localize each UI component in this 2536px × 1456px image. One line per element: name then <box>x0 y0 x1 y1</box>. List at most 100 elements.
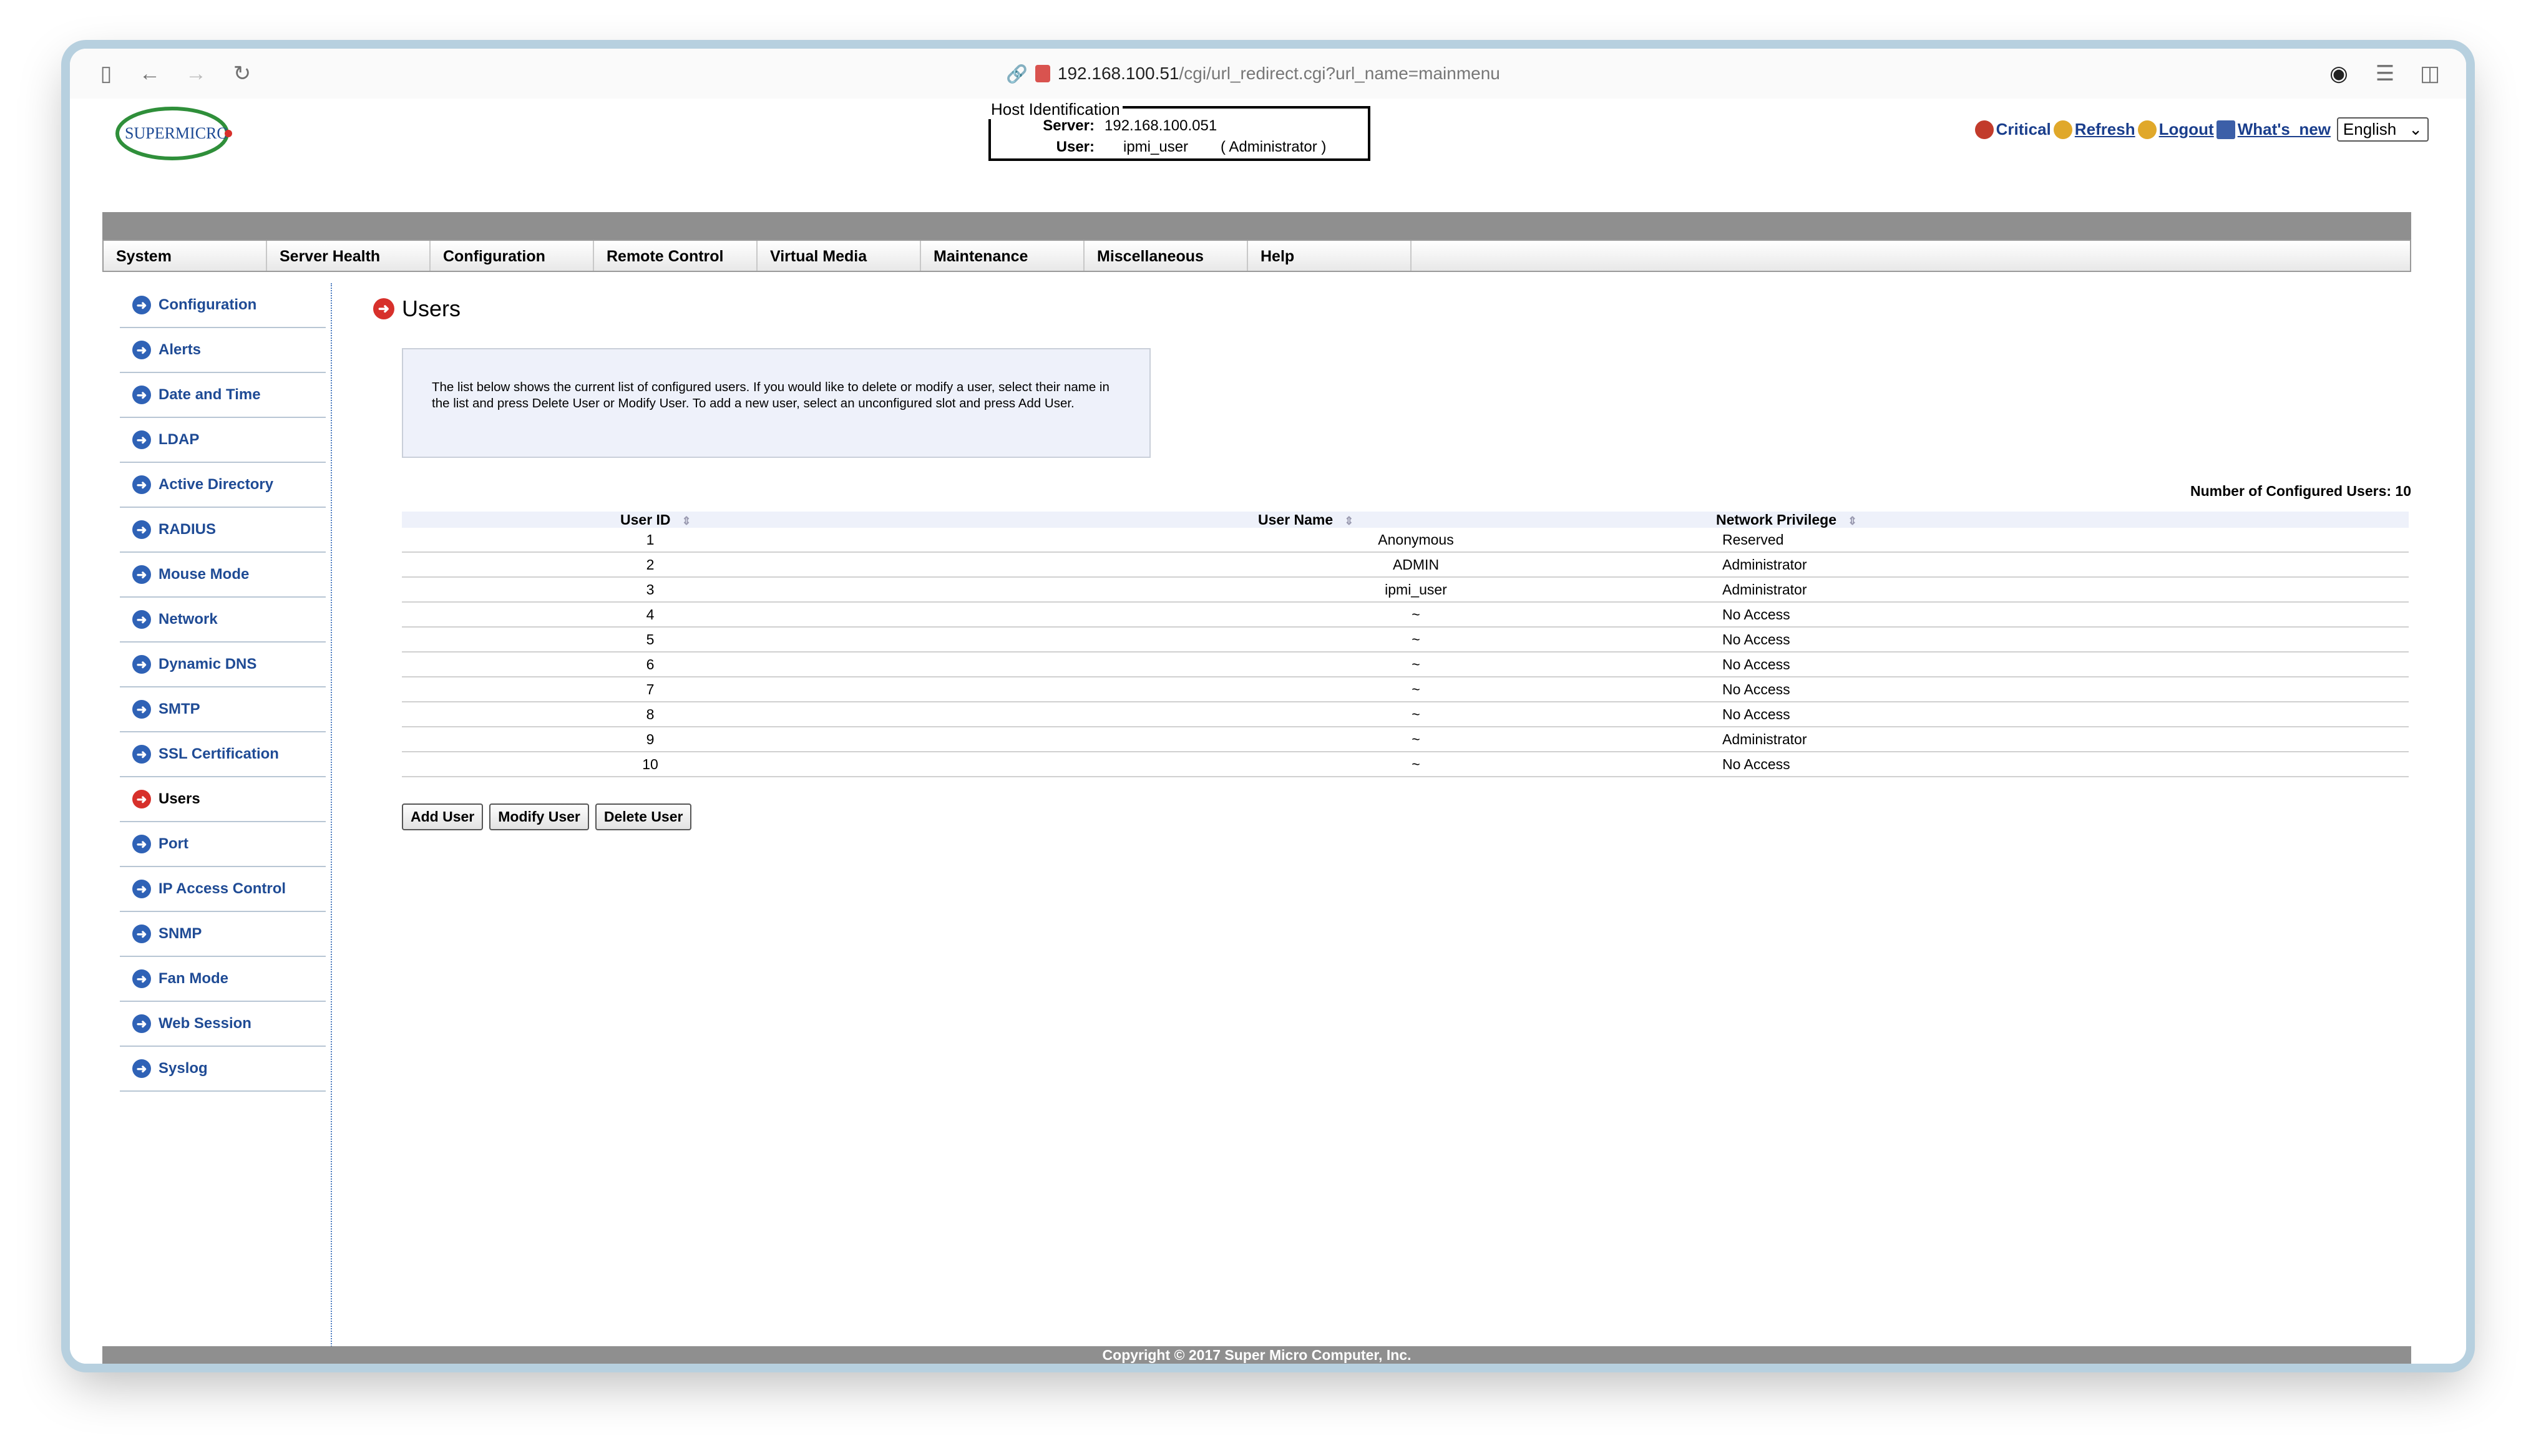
sidebar-toggle-icon[interactable]: ▯ <box>90 57 122 90</box>
arrow-right-icon: ➜ <box>132 610 151 629</box>
logout-icon <box>2137 120 2157 139</box>
sidebar-item-network[interactable]: ➜ Network <box>120 598 326 643</box>
cell-user-id: 10 <box>642 756 658 772</box>
sidebar-item-web-session[interactable]: ➜ Web Session <box>120 1002 326 1047</box>
sidebar-item-radius[interactable]: ➜ RADIUS <box>120 508 326 553</box>
critical-link[interactable]: Critical <box>1996 120 2051 139</box>
column-header-network-privilege[interactable]: Network Privilege ⇕ <box>1716 512 1857 528</box>
sidebar-item-dynamic-dns[interactable]: ➜ Dynamic DNS <box>120 643 326 687</box>
link-icon: 🔗 <box>1006 64 1028 84</box>
reload-icon[interactable]: ↻ <box>226 57 258 90</box>
table-row[interactable]: 6 ~ No Access <box>402 653 2409 677</box>
cell-user-name: Anonymous <box>1378 531 1454 548</box>
arrow-right-icon: ➜ <box>373 298 394 319</box>
language-select[interactable]: English ⌄ <box>2336 117 2429 142</box>
sidebar-item-users[interactable]: ➜ Users <box>120 777 326 822</box>
logout-link[interactable]: Logout <box>2159 120 2214 139</box>
page-title: ➜ Users <box>373 296 461 322</box>
table-row[interactable]: 7 ~ No Access <box>402 677 2409 702</box>
arrow-right-icon: ➜ <box>132 341 151 359</box>
menu-maintenance[interactable]: Maintenance <box>921 241 1085 271</box>
table-row[interactable]: 8 ~ No Access <box>402 702 2409 727</box>
sidebar-item-label: IP Access Control <box>158 880 286 897</box>
critical-icon <box>1974 120 1994 139</box>
extension-icon[interactable]: ◉ <box>2323 57 2355 90</box>
menu-remote-control[interactable]: Remote Control <box>594 241 758 271</box>
browser-toolbar: ▯ ← → ↻ 🔗 192.168.100.51/cgi/url_redirec… <box>70 49 2466 99</box>
column-header-user-name[interactable]: User Name ⇕ <box>1258 512 1353 528</box>
sidebar-item-label: SNMP <box>158 925 202 942</box>
menu-configuration[interactable]: Configuration <box>431 241 594 271</box>
arrow-right-icon: ➜ <box>132 969 151 988</box>
url-host: 192.168.100.51 <box>1057 64 1179 83</box>
add-user-button[interactable]: Add User <box>402 803 484 830</box>
arrow-right-icon: ➜ <box>132 925 151 943</box>
forward-icon[interactable]: → <box>180 57 212 90</box>
table-row[interactable]: 10 ~ No Access <box>402 752 2409 777</box>
server-label: Server: <box>1043 117 1095 134</box>
delete-user-button[interactable]: Delete User <box>595 803 692 830</box>
page-title-text: Users <box>402 296 461 321</box>
cell-user-id: 8 <box>646 706 655 722</box>
sidebar-item-alerts[interactable]: ➜ Alerts <box>120 328 326 373</box>
sidebar-item-label: Active Directory <box>158 476 274 493</box>
sidebar-item-label: Port <box>158 835 188 852</box>
sidebar-item-configuration[interactable]: ➜ Configuration <box>120 283 326 328</box>
arrow-right-icon: ➜ <box>132 1059 151 1078</box>
sidebar-item-smtp[interactable]: ➜ SMTP <box>120 687 326 732</box>
table-row[interactable]: 9 ~ Administrator <box>402 727 2409 752</box>
sidebar-item-mouse-mode[interactable]: ➜ Mouse Mode <box>120 553 326 598</box>
arrow-right-icon: ➜ <box>132 386 151 404</box>
refresh-link[interactable]: Refresh <box>2075 120 2135 139</box>
whats-new-link[interactable]: What's_new <box>2238 120 2331 139</box>
language-value: English <box>2343 120 2397 138</box>
back-icon[interactable]: ← <box>134 57 166 90</box>
menu-server-health[interactable]: Server Health <box>267 241 431 271</box>
sidebar-item-ldap[interactable]: ➜ LDAP <box>120 418 326 463</box>
menu-virtual-media[interactable]: Virtual Media <box>758 241 921 271</box>
host-identification: Host Identification Server: 192.168.100.0… <box>988 100 1370 161</box>
sidebar-item-syslog[interactable]: ➜ Syslog <box>120 1047 326 1092</box>
column-header-label: User ID <box>620 512 671 528</box>
sidebar-item-ip-access-control[interactable]: ➜ IP Access Control <box>120 867 326 912</box>
table-row[interactable]: 4 ~ No Access <box>402 603 2409 628</box>
modify-user-button[interactable]: Modify User <box>489 803 589 830</box>
column-header-label: Network Privilege <box>1716 512 1837 528</box>
split-view-icon[interactable]: ◫ <box>2414 57 2446 90</box>
table-row[interactable]: 2 ADMIN Administrator <box>402 553 2409 578</box>
sort-icon: ⇕ <box>681 515 691 527</box>
cell-privilege: Administrator <box>1722 731 1807 747</box>
menu-miscellaneous[interactable]: Miscellaneous <box>1085 241 1248 271</box>
arrow-right-icon: ➜ <box>132 430 151 449</box>
menu-help[interactable]: Help <box>1248 241 1412 271</box>
column-header-user-id[interactable]: User ID ⇕ <box>620 512 691 528</box>
sidebar-item-active-directory[interactable]: ➜ Active Directory <box>120 463 326 508</box>
cell-user-id: 3 <box>646 581 655 598</box>
user-label: User: <box>1056 138 1095 155</box>
table-row[interactable]: 3 ipmi_user Administrator <box>402 578 2409 603</box>
sidebar-item-fan-mode[interactable]: ➜ Fan Mode <box>120 957 326 1002</box>
cell-user-id: 2 <box>646 556 655 573</box>
sidebar-item-port[interactable]: ➜ Port <box>120 822 326 867</box>
arrow-right-icon: ➜ <box>132 745 151 764</box>
chevron-down-icon: ⌄ <box>2409 120 2422 138</box>
sidebar-item-label: Date and Time <box>158 386 261 403</box>
svg-text:SUPERMICRO: SUPERMICRO <box>125 124 228 142</box>
arrow-right-icon: ➜ <box>132 655 151 674</box>
cell-privilege: Administrator <box>1722 581 1807 598</box>
table-row[interactable]: 5 ~ No Access <box>402 628 2409 653</box>
host-identification-legend: Host Identification <box>988 100 1123 119</box>
insecure-lock-icon <box>1035 65 1050 82</box>
user-actions: Add User Modify User Delete User <box>402 803 692 830</box>
sidebar-item-date-and-time[interactable]: ➜ Date and Time <box>120 373 326 418</box>
menu-system[interactable]: System <box>104 241 267 271</box>
reader-icon[interactable]: ☰ <box>2369 57 2401 90</box>
address-bar[interactable]: 🔗 192.168.100.51/cgi/url_redirect.cgi?ur… <box>1006 59 1500 89</box>
sidebar-item-ssl-certification[interactable]: ➜ SSL Certification <box>120 732 326 777</box>
sidebar-divider <box>331 283 332 1356</box>
sidebar-item-label: Web Session <box>158 1015 251 1032</box>
header-gray-bar <box>102 212 2411 240</box>
arrow-right-icon: ➜ <box>132 835 151 853</box>
table-row[interactable]: 1 Anonymous Reserved <box>402 528 2409 553</box>
sidebar-item-snmp[interactable]: ➜ SNMP <box>120 912 326 957</box>
